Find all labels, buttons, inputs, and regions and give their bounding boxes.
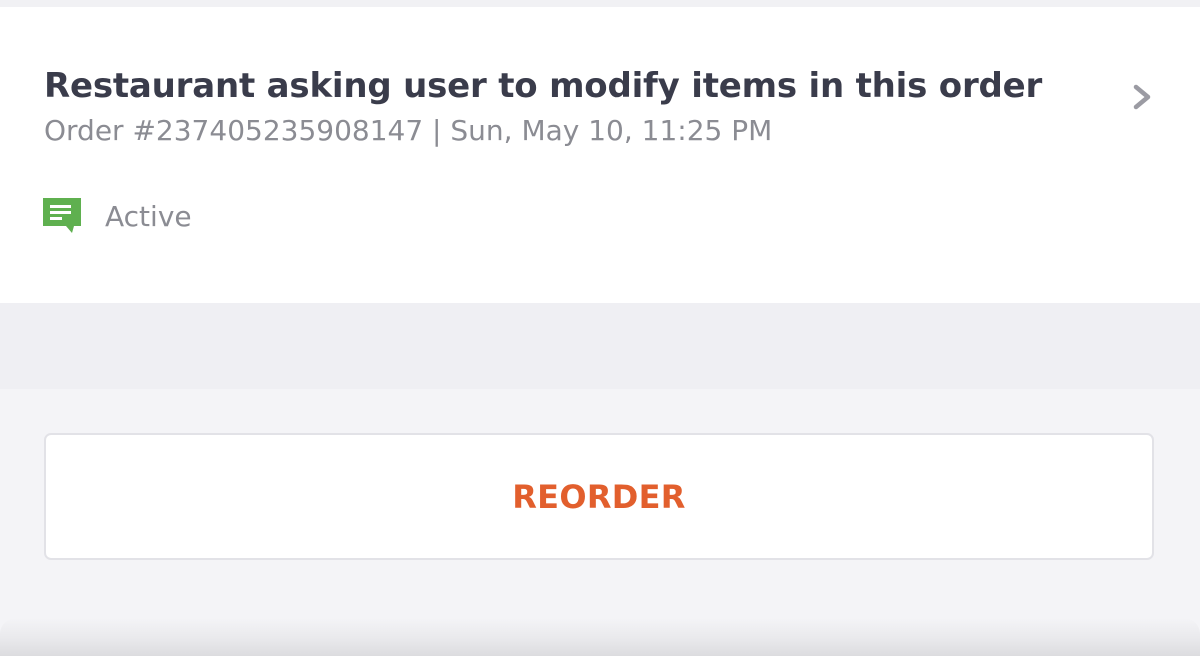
reorder-button[interactable]: REORDER xyxy=(44,433,1154,560)
order-status: Active xyxy=(43,194,192,238)
order-title: Restaurant asking user to modify items i… xyxy=(44,66,1043,106)
status-label: Active xyxy=(105,199,192,233)
section-divider xyxy=(0,303,1200,389)
order-card[interactable] xyxy=(0,7,1200,303)
top-strip xyxy=(0,0,1200,7)
reorder-button-label: REORDER xyxy=(512,477,686,516)
order-meta: Order #237405235908147 | Sun, May 10, 11… xyxy=(44,114,773,147)
bottom-sheet-edge xyxy=(0,618,1200,656)
chevron-right-icon[interactable] xyxy=(1126,78,1160,116)
chat-message-icon xyxy=(43,198,81,233)
